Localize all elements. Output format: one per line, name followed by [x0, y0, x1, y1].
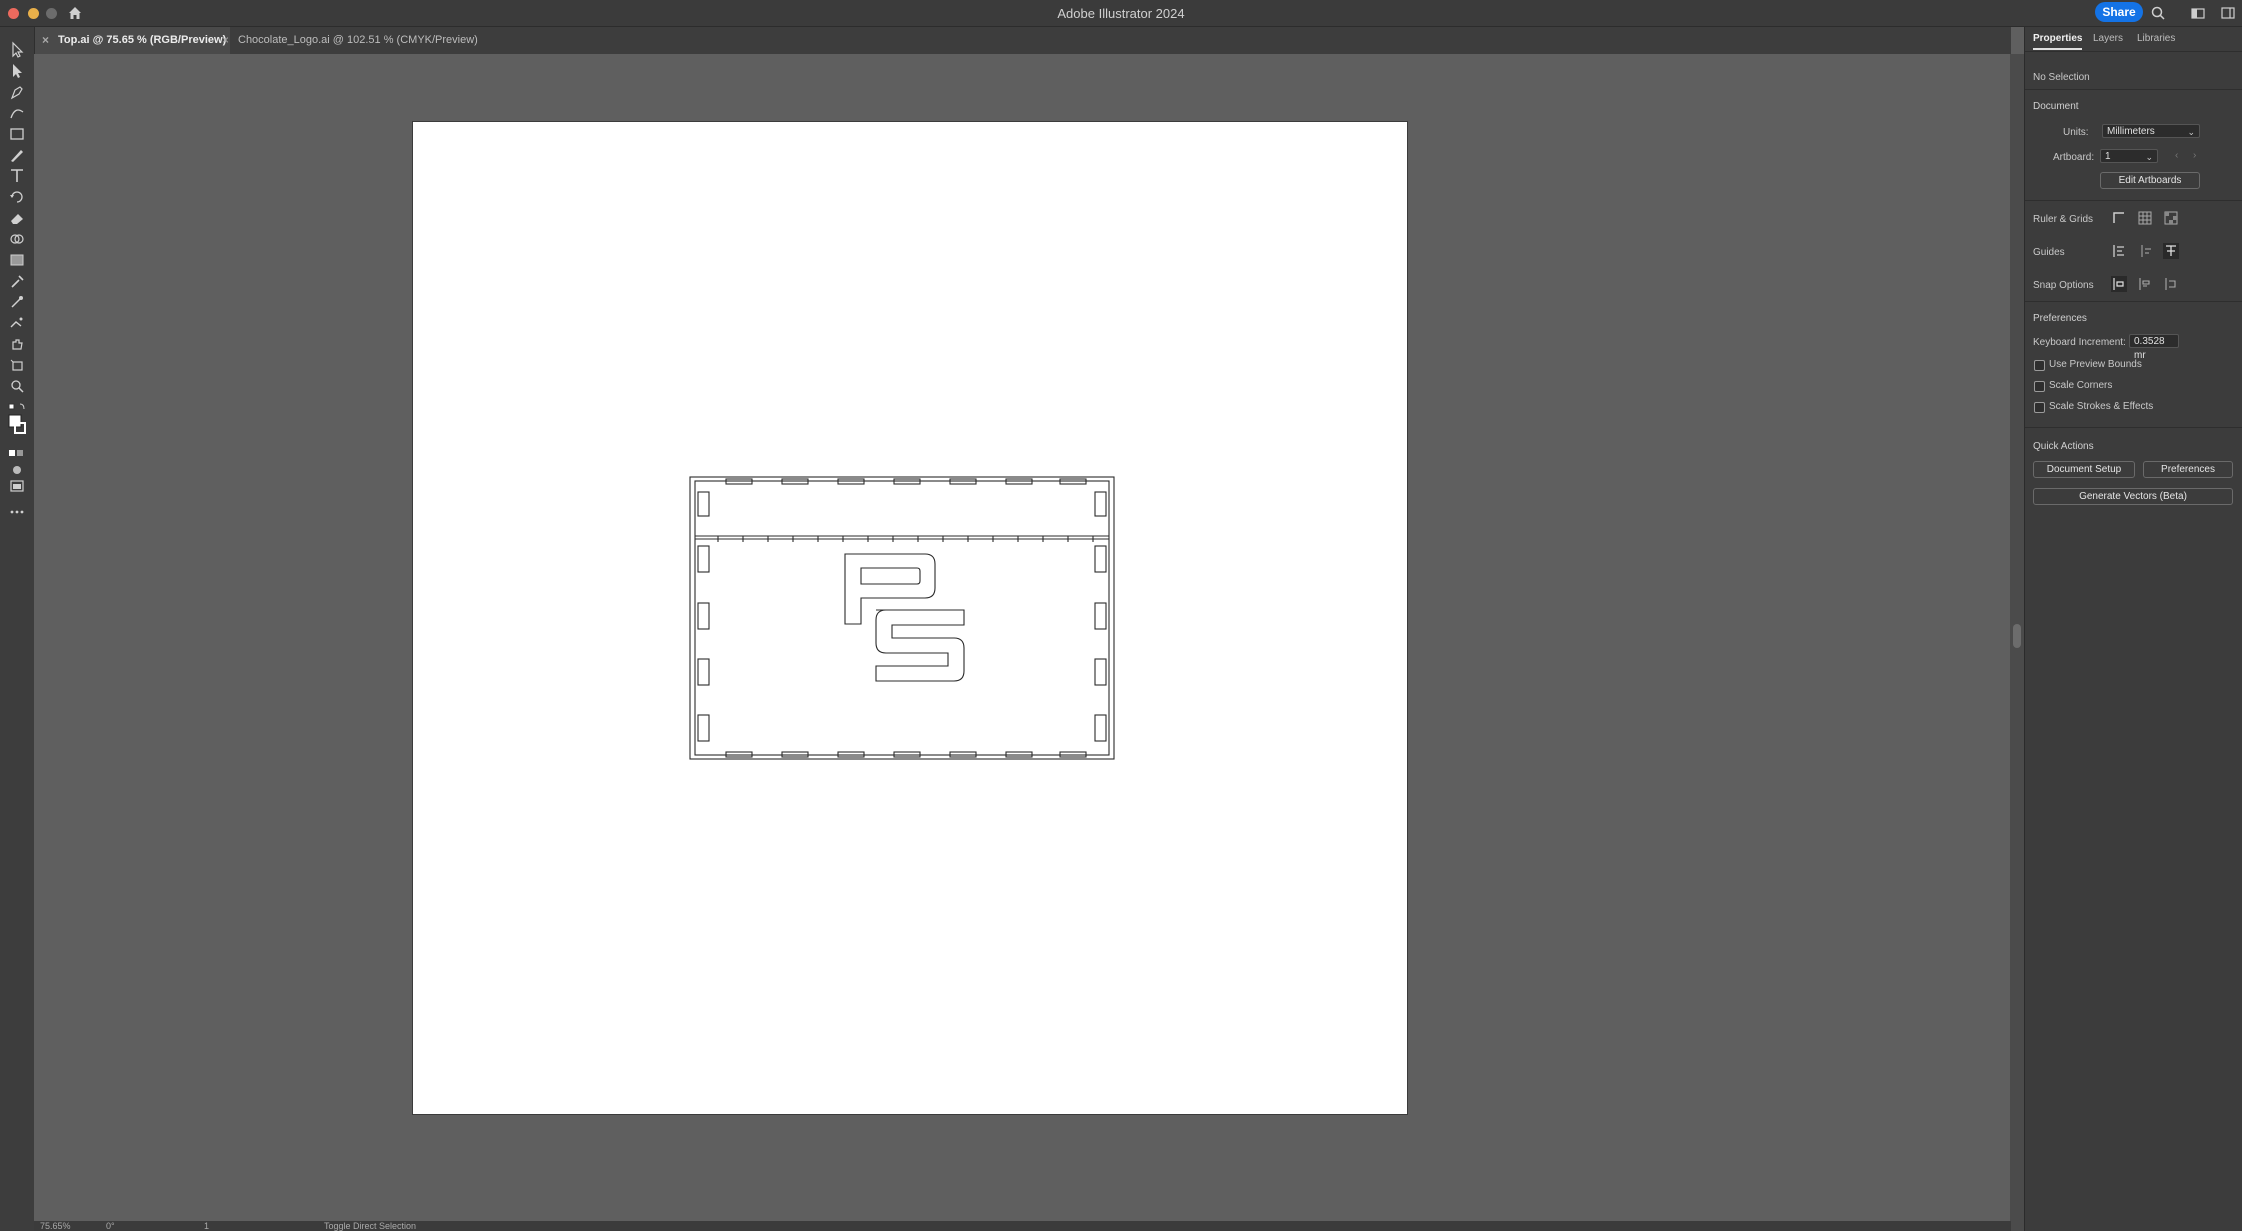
artboard[interactable]	[413, 122, 1407, 1114]
tab-layers[interactable]: Layers	[2093, 33, 2123, 44]
ruler-grids-label: Ruler & Grids	[2033, 214, 2094, 225]
edit-artboards-button[interactable]: Edit Artboards	[2100, 172, 2200, 189]
grid-icon[interactable]	[2137, 210, 2153, 226]
preferences-button[interactable]: Preferences	[2143, 461, 2233, 478]
active-tab-indicator	[2033, 48, 2082, 50]
document-heading: Document	[2033, 101, 2079, 112]
tab-chocolate-logo-ai[interactable]: × Chocolate_Logo.ai @ 102.51 % (CMYK/Pre…	[214, 27, 498, 54]
share-button[interactable]: Share	[2095, 2, 2143, 22]
chevron-down-icon: ⌄	[2187, 127, 2195, 137]
smart-guides-icon[interactable]	[2163, 243, 2179, 259]
hand-tool-icon[interactable]	[7, 335, 27, 353]
divider	[2025, 89, 2242, 90]
snap-to-pixel-icon[interactable]	[2163, 276, 2179, 292]
divider	[2025, 200, 2242, 201]
curvature-tool-icon[interactable]	[7, 104, 27, 122]
eyedropper-tool-icon[interactable]	[7, 272, 27, 290]
scale-strokes-effects-checkbox[interactable]	[2034, 402, 2045, 413]
direct-selection-tool-icon[interactable]	[7, 62, 27, 80]
snap-options-label: Snap Options	[2033, 280, 2094, 291]
keyboard-increment-input[interactable]: 0.3528 mr	[2129, 334, 2179, 361]
tools-panel	[0, 27, 35, 1231]
lock-guides-icon[interactable]	[2137, 243, 2153, 259]
artboard-navigator[interactable]: 1	[204, 1221, 209, 1231]
app-title: Adobe Illustrator 2024	[1057, 6, 1185, 21]
artboard-select[interactable]: 1 ⌄	[2100, 149, 2158, 163]
properties-panel: Properties Layers Libraries No Selection…	[2024, 27, 2242, 1231]
previous-artboard-icon[interactable]: ‹	[2175, 150, 2178, 161]
arrange-documents-icon[interactable]	[2190, 5, 2206, 21]
rotate-tool-icon[interactable]	[7, 188, 27, 206]
transparency-grid-icon[interactable]	[2163, 210, 2179, 226]
color-mode-icon[interactable]	[7, 445, 27, 457]
tab-top-ai[interactable]: × Top.ai @ 75.65 % (RGB/Preview)	[34, 27, 230, 54]
panel-tabs: Properties Layers Libraries	[2025, 27, 2242, 52]
blend-tool-icon[interactable]	[7, 293, 27, 311]
draw-mode-icon[interactable]	[7, 461, 27, 474]
tab-properties[interactable]: Properties	[2033, 33, 2082, 44]
divider	[2025, 427, 2242, 428]
chevron-down-icon: ⌄	[2145, 152, 2153, 162]
fill-stroke-swatch[interactable]	[7, 413, 27, 439]
divider	[2025, 301, 2242, 302]
vertical-scrollbar[interactable]	[2010, 54, 2024, 1231]
selection-status: No Selection	[2033, 72, 2090, 83]
screen-mode-icon[interactable]	[7, 477, 27, 495]
artboard-tool-icon[interactable]	[7, 356, 27, 374]
symbol-sprayer-tool-icon[interactable]	[7, 314, 27, 332]
zoom-level[interactable]: 75.65%	[40, 1221, 71, 1231]
use-preview-bounds-checkbox[interactable]	[2034, 360, 2045, 371]
pen-tool-icon[interactable]	[7, 83, 27, 101]
units-select[interactable]: Millimeters ⌄	[2102, 124, 2200, 138]
eraser-tool-icon[interactable]	[7, 209, 27, 227]
quick-actions-heading: Quick Actions	[2033, 441, 2094, 452]
document-setup-button[interactable]: Document Setup	[2033, 461, 2135, 478]
title-bar: Adobe Illustrator 2024 Share	[0, 0, 2242, 27]
artboard-value: 1	[2105, 151, 2111, 162]
document-tab-bar: × Top.ai @ 75.65 % (RGB/Preview) × Choco…	[34, 27, 2011, 54]
gradient-tool-icon[interactable]	[7, 251, 27, 269]
canvas-area[interactable]	[34, 54, 2010, 1221]
units-value: Millimeters	[2107, 126, 2155, 137]
type-tool-icon[interactable]	[7, 167, 27, 185]
artboard-label: Artboard:	[2053, 152, 2095, 163]
show-guides-icon[interactable]	[2111, 243, 2127, 259]
swap-fill-stroke-icon[interactable]	[7, 399, 27, 411]
more-tools-icon[interactable]	[7, 503, 27, 521]
next-artboard-icon[interactable]: ›	[2193, 150, 2196, 161]
rotation-value[interactable]: 0°	[106, 1221, 115, 1231]
preferences-heading: Preferences	[2033, 313, 2087, 324]
status-bar: 75.65% 0° 1 Toggle Direct Selection	[34, 1221, 2011, 1231]
paintbrush-tool-icon[interactable]	[7, 146, 27, 164]
workspace-switcher-icon[interactable]	[2220, 5, 2236, 21]
rectangle-tool-icon[interactable]	[7, 125, 27, 143]
units-label: Units:	[2063, 127, 2089, 138]
artwork-box-top-plate[interactable]	[413, 122, 1407, 1114]
ruler-icon[interactable]	[2111, 210, 2127, 226]
search-icon[interactable]	[2150, 5, 2166, 21]
guides-label: Guides	[2033, 247, 2065, 258]
use-preview-bounds-label: Use Preview Bounds	[2049, 359, 2142, 370]
zoom-tool-icon[interactable]	[7, 377, 27, 395]
tab-label: Top.ai @ 75.65 % (RGB/Preview)	[58, 34, 227, 46]
scale-corners-label: Scale Corners	[2049, 380, 2113, 391]
close-tab-icon[interactable]: ×	[222, 27, 229, 54]
selection-tool-icon[interactable]	[7, 41, 27, 59]
keyboard-increment-label: Keyboard Increment:	[2033, 337, 2126, 348]
status-tool-hint: Toggle Direct Selection	[324, 1221, 417, 1231]
scrollbar-thumb[interactable]	[2013, 624, 2021, 648]
scale-corners-checkbox[interactable]	[2034, 381, 2045, 392]
tab-libraries[interactable]: Libraries	[2137, 33, 2175, 44]
close-tab-icon[interactable]: ×	[42, 27, 49, 54]
scale-strokes-effects-label: Scale Strokes & Effects	[2049, 401, 2154, 412]
snap-to-grid-icon[interactable]	[2137, 276, 2153, 292]
tab-label: Chocolate_Logo.ai @ 102.51 % (CMYK/Previ…	[238, 34, 478, 46]
generate-vectors-button[interactable]: Generate Vectors (Beta)	[2033, 488, 2233, 505]
snap-to-point-icon[interactable]	[2111, 276, 2127, 292]
shape-builder-tool-icon[interactable]	[7, 230, 27, 248]
